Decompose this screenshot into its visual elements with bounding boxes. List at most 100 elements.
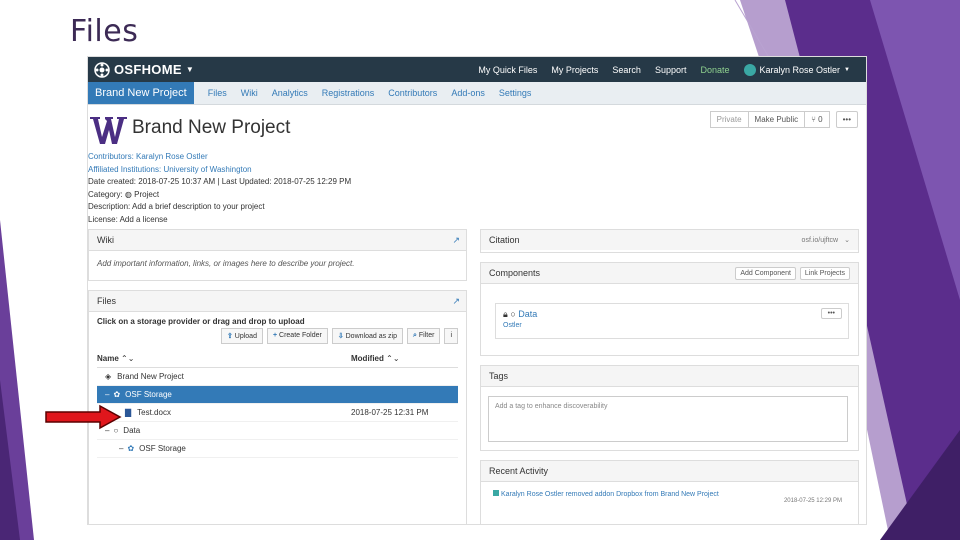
activity-time: 2018-07-25 12:29 PM: [783, 498, 842, 504]
project-meta: Contributors: Karalyn Rose Ostler Affili…: [88, 151, 351, 226]
make-public-button[interactable]: Make Public: [748, 111, 806, 128]
category-value: Project: [134, 189, 160, 199]
tag-input[interactable]: Add a tag to enhance discoverability: [488, 396, 848, 442]
row-name: Brand New Project: [117, 372, 184, 381]
upload-button[interactable]: ⇪ Upload: [220, 328, 263, 344]
tab-project-home[interactable]: Brand New Project: [88, 82, 194, 104]
private-button[interactable]: Private: [709, 111, 749, 128]
avatar: [743, 63, 756, 76]
affiliated-line[interactable]: Affiliated Institutions: University of W…: [88, 164, 351, 177]
fork-count: 0: [818, 115, 823, 124]
activity-panel: Recent Activity Karalyn Rose Ostler remo…: [480, 460, 859, 524]
download-zip-button[interactable]: ⇩ Download as zip: [331, 328, 403, 344]
nav-my-projects[interactable]: My Projects: [551, 65, 598, 75]
row-name: Test.docx: [137, 408, 171, 417]
user-caret-icon: ▼: [844, 66, 850, 73]
user-menu[interactable]: Karalyn Rose Ostler ▼: [743, 63, 850, 76]
component-options-button[interactable]: •••: [820, 308, 842, 319]
doc-file-icon: ▇: [125, 408, 132, 417]
sort-icon[interactable]: ⌃⌄: [386, 354, 399, 363]
tags-panel: Tags Add a tag to enhance discoverabilit…: [480, 365, 859, 451]
wiki-panel: Wiki ↗ Add important information, links, …: [88, 229, 467, 281]
lock-icon: 🔒︎: [503, 309, 508, 319]
files-title: Files: [97, 296, 117, 306]
tab-registrations[interactable]: Registrations: [322, 88, 375, 98]
tab-analytics[interactable]: Analytics: [272, 88, 308, 98]
citation-url[interactable]: osf.io/ujftcw: [802, 237, 839, 244]
download-icon: ⇩: [337, 333, 346, 340]
storage-icon: ✿: [127, 444, 135, 453]
storage-icon: ✿: [113, 390, 121, 399]
nav-search[interactable]: Search: [612, 65, 641, 75]
description-line[interactable]: Description: Add a brief description to …: [88, 201, 351, 214]
table-row[interactable]: – ✿ OSF Storage: [97, 386, 458, 404]
files-instruction: Click on a storage provider or drag and …: [97, 317, 305, 326]
tab-settings[interactable]: Settings: [499, 88, 532, 98]
page-title: Brand New Project: [132, 117, 291, 138]
upload-icon: ⇪: [226, 333, 235, 340]
more-options-button[interactable]: •••: [835, 111, 858, 128]
collapse-icon[interactable]: –: [119, 444, 123, 453]
table-row[interactable]: ▇ Test.docx 2018-07-25 12:31 PM: [97, 404, 458, 422]
tab-add-ons[interactable]: Add-ons: [451, 88, 485, 98]
activity-text: Karalyn Rose Ostler removed addon Dropbo…: [500, 491, 719, 498]
wiki-title: Wiki: [97, 235, 114, 245]
osf-home-logo[interactable]: OSFHOME ▼: [94, 61, 194, 78]
create-folder-button[interactable]: + Create Folder: [266, 328, 328, 344]
table-row[interactable]: – ✿ OSF Storage: [97, 440, 458, 458]
components-panel: Components Add Component Link Projects 🔒…: [480, 262, 859, 356]
component-name[interactable]: Data: [518, 309, 537, 319]
nav-donate[interactable]: Donate: [700, 65, 729, 75]
fork-count-button[interactable]: ⑂ 0: [805, 111, 830, 128]
nav-my-quick-files[interactable]: My Quick Files: [478, 65, 537, 75]
osf-screenshot: OSFHOME ▼ My Quick Files My Projects Sea…: [88, 57, 866, 524]
component-owner[interactable]: Ostler: [496, 320, 848, 331]
sort-icon[interactable]: ⌃⌄: [121, 354, 134, 363]
components-title: Components: [489, 268, 541, 278]
table-row[interactable]: – ○ Data: [97, 422, 458, 440]
link-projects-button[interactable]: Link Projects: [799, 266, 850, 280]
table-row[interactable]: ◈ Brand New Project: [97, 368, 458, 386]
osf-logo-icon: [94, 61, 110, 78]
chevron-down-icon[interactable]: ⌄: [844, 236, 850, 244]
col-name-label: Name: [97, 354, 119, 363]
files-table-header: Name ⌃⌄ Modified ⌃⌄: [97, 354, 458, 368]
collapse-icon[interactable]: –: [105, 390, 109, 399]
wiki-placeholder[interactable]: Add important information, links, or ima…: [89, 251, 466, 276]
slide-title: Files: [70, 14, 139, 49]
brand-caret-icon[interactable]: ▼: [186, 65, 194, 74]
citation-panel: Citation osf.io/ujftcw ⌄: [480, 229, 859, 253]
contributors-line[interactable]: Contributors: Karalyn Rose Ostler: [88, 151, 351, 164]
col-name[interactable]: Name ⌃⌄: [97, 354, 351, 363]
expand-wiki-icon[interactable]: ↗: [452, 235, 460, 246]
project-header: Brand New Project Private Make Public ⑂ …: [88, 105, 866, 230]
project-navbar: Brand New Project Files Wiki Analytics R…: [88, 82, 866, 105]
activity-avatar-icon: [493, 490, 499, 496]
brand-label: OSFHOME: [114, 62, 182, 77]
download-zip-label: Download as zip: [345, 333, 397, 340]
tags-title: Tags: [489, 371, 509, 381]
activity-item[interactable]: Karalyn Rose Ostler removed addon Dropbo…: [481, 482, 858, 498]
nav-support[interactable]: Support: [655, 65, 687, 75]
upload-label: Upload: [234, 333, 257, 340]
component-circle-icon: ○: [510, 309, 516, 319]
info-button[interactable]: i: [444, 328, 458, 344]
license-line[interactable]: License: Add a license: [88, 214, 351, 227]
row-modified: 2018-07-25 12:31 PM: [351, 408, 429, 417]
row-name: OSF Storage: [125, 390, 172, 399]
category-line: Category: ◍ Project: [88, 189, 351, 202]
tab-contributors[interactable]: Contributors: [388, 88, 437, 98]
uw-logo-icon: [90, 117, 127, 144]
col-modified[interactable]: Modified ⌃⌄: [351, 354, 400, 363]
component-item[interactable]: 🔒︎ ○ Data Ostler •••: [495, 303, 849, 339]
category-icon: ◍: [124, 189, 132, 199]
filter-button[interactable]: ⌕ Filter: [407, 328, 441, 344]
add-component-button[interactable]: Add Component: [735, 266, 796, 280]
tab-files[interactable]: Files: [208, 88, 227, 98]
expand-files-icon[interactable]: ↗: [452, 296, 460, 307]
user-name: Karalyn Rose Ostler: [759, 64, 841, 75]
citation-title: Citation: [489, 235, 520, 245]
info-icon: i: [450, 332, 452, 339]
tab-wiki[interactable]: Wiki: [241, 88, 258, 98]
project-cube-icon: ◈: [105, 372, 112, 381]
